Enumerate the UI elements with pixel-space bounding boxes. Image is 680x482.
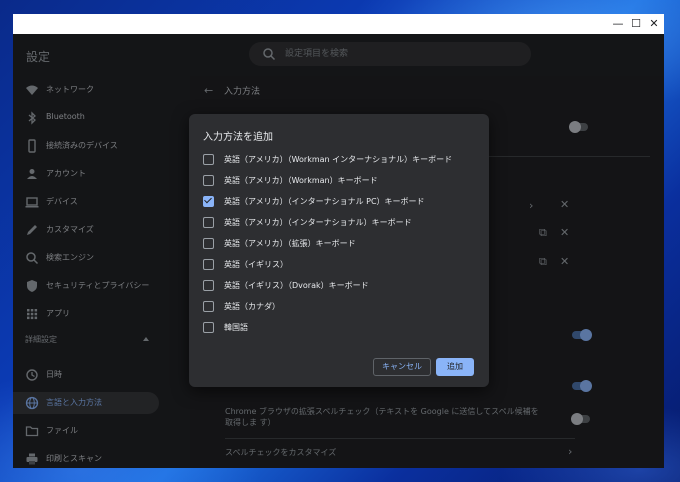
option-label: 英語（アメリカ）（インターナショナル PC）キーボード: [224, 197, 425, 206]
input-method-option[interactable]: 英語（イギリス）: [203, 257, 473, 273]
option-label: 英語（アメリカ）（インターナショナル）キーボード: [224, 218, 412, 227]
input-method-option[interactable]: 英語（アメリカ）（Workman インターナショナル）キーボード: [203, 152, 473, 168]
option-label: 英語（アメリカ）（Workman）キーボード: [224, 176, 378, 185]
checkbox-checked[interactable]: [203, 196, 214, 207]
dialog-title: 入力方法を追加: [203, 132, 273, 143]
checkbox[interactable]: [203, 175, 214, 186]
checkbox[interactable]: [203, 238, 214, 249]
maximize-button[interactable]: ☐: [627, 14, 645, 34]
minimize-button[interactable]: —: [609, 14, 627, 34]
title-bar: — ☐ ✕: [13, 14, 664, 34]
cancel-button[interactable]: キャンセル: [373, 358, 431, 376]
checkbox[interactable]: [203, 154, 214, 165]
option-label: 英語（アメリカ）（Workman インターナショナル）キーボード: [224, 155, 453, 164]
checkbox[interactable]: [203, 280, 214, 291]
input-method-option[interactable]: 韓国語: [203, 320, 473, 336]
input-method-option[interactable]: 英語（イギリス）（Dvorak）キーボード: [203, 278, 473, 294]
option-label: 韓国語: [224, 323, 248, 332]
input-method-option[interactable]: 英語（アメリカ）（インターナショナル）キーボード: [203, 215, 473, 231]
close-button[interactable]: ✕: [645, 14, 663, 34]
checkbox[interactable]: [203, 217, 214, 228]
option-label: 英語（イギリス）（Dvorak）キーボード: [224, 281, 369, 290]
input-method-option[interactable]: 英語（カナダ）: [203, 299, 473, 315]
checkbox[interactable]: [203, 301, 214, 312]
add-input-method-dialog: 入力方法を追加 英語（アメリカ）（Workman インターナショナル）キーボード…: [189, 114, 489, 387]
add-button[interactable]: 追加: [436, 358, 474, 376]
input-method-option[interactable]: 英語（アメリカ）（拡張）キーボード: [203, 236, 473, 252]
checkbox[interactable]: [203, 259, 214, 270]
option-label: 英語（アメリカ）（拡張）キーボード: [224, 239, 356, 248]
checkbox[interactable]: [203, 322, 214, 333]
option-label: 英語（イギリス）: [224, 260, 288, 269]
option-label: 英語（カナダ）: [224, 302, 280, 311]
input-method-option[interactable]: 英語（アメリカ）（インターナショナル PC）キーボード: [203, 194, 473, 210]
input-method-option[interactable]: 英語（アメリカ）（Workman）キーボード: [203, 173, 473, 189]
